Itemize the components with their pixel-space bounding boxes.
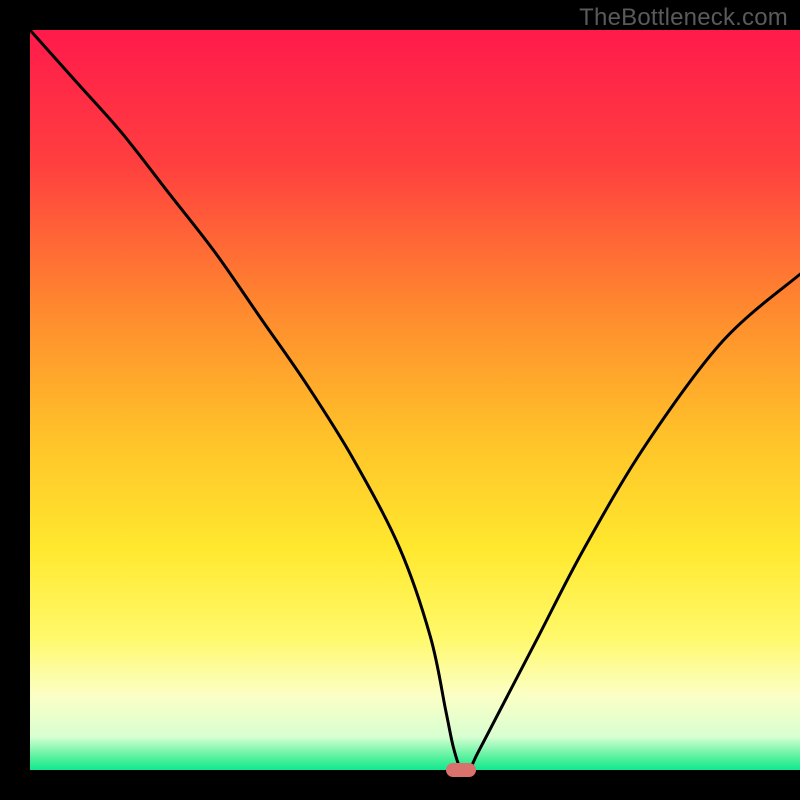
bottleneck-chart xyxy=(0,0,800,800)
optimal-point-marker xyxy=(446,763,476,777)
chart-frame: TheBottleneck.com xyxy=(0,0,800,800)
plot-background xyxy=(30,30,800,770)
watermark-text: TheBottleneck.com xyxy=(579,4,788,32)
